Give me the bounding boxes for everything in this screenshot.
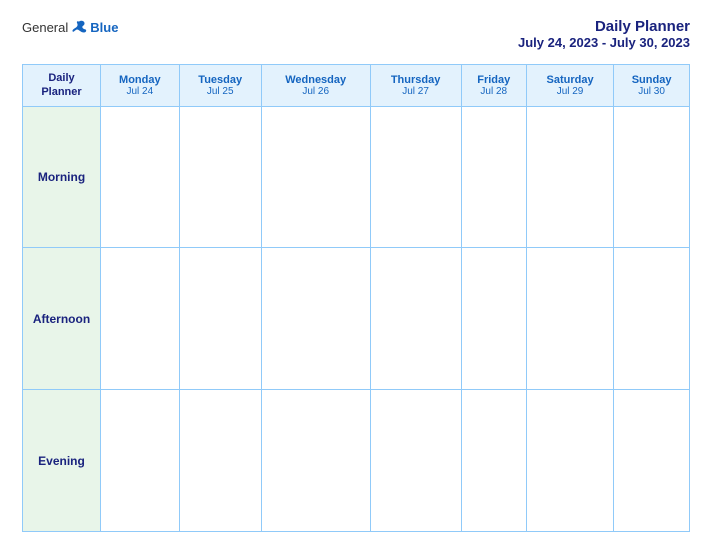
col-header-tuesday: Tuesday Jul 25 [179,65,261,107]
afternoon-monday[interactable] [101,248,180,390]
main-title: Daily Planner [518,18,690,35]
morning-wednesday[interactable] [261,106,370,248]
col-header-saturday: Saturday Jul 29 [526,65,613,107]
afternoon-wednesday[interactable] [261,248,370,390]
afternoon-sunday[interactable] [614,248,690,390]
col-header-wednesday: Wednesday Jul 26 [261,65,370,107]
calendar-table: Daily Planner Monday Jul 24 Tuesday Jul … [22,64,690,532]
afternoon-row: Afternoon [23,248,690,390]
afternoon-tuesday[interactable] [179,248,261,390]
afternoon-saturday[interactable] [526,248,613,390]
col-header-sunday: Sunday Jul 30 [614,65,690,107]
page: General Blue Daily Planner July 24, 2023… [0,0,712,550]
logo-text: General Blue [22,18,118,36]
header: General Blue Daily Planner July 24, 2023… [22,18,690,50]
logo-area: General Blue [22,18,118,36]
morning-friday[interactable] [461,106,526,248]
afternoon-label: Afternoon [23,248,101,390]
morning-saturday[interactable] [526,106,613,248]
morning-tuesday[interactable] [179,106,261,248]
col-header-monday: Monday Jul 24 [101,65,180,107]
evening-sunday[interactable] [614,390,690,532]
morning-row: Morning [23,106,690,248]
morning-thursday[interactable] [370,106,461,248]
evening-row: Evening [23,390,690,532]
evening-friday[interactable] [461,390,526,532]
afternoon-thursday[interactable] [370,248,461,390]
col-header-friday: Friday Jul 28 [461,65,526,107]
evening-thursday[interactable] [370,390,461,532]
header-row: Daily Planner Monday Jul 24 Tuesday Jul … [23,65,690,107]
morning-sunday[interactable] [614,106,690,248]
evening-monday[interactable] [101,390,180,532]
logo-bird-icon [70,18,88,36]
evening-tuesday[interactable] [179,390,261,532]
evening-saturday[interactable] [526,390,613,532]
title-area: Daily Planner July 24, 2023 - July 30, 2… [518,18,690,50]
afternoon-friday[interactable] [461,248,526,390]
col-header-thursday: Thursday Jul 27 [370,65,461,107]
logo-blue-text: Blue [90,20,118,35]
morning-monday[interactable] [101,106,180,248]
evening-label: Evening [23,390,101,532]
morning-label: Morning [23,106,101,248]
logo-general-text: General [22,20,68,35]
evening-wednesday[interactable] [261,390,370,532]
date-range: July 24, 2023 - July 30, 2023 [518,35,690,50]
table-label-header: Daily Planner [23,65,101,107]
